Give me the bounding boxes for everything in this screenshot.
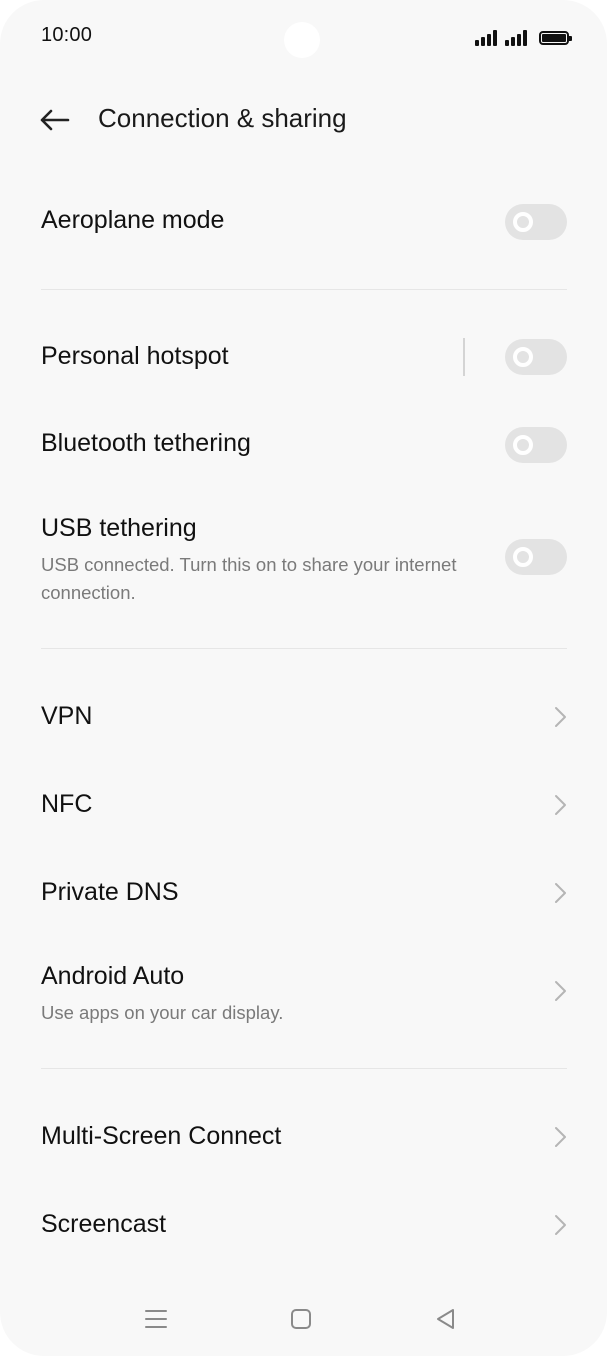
- phone-screen: 10:00 Connection & sharing Aeroplane mod…: [0, 0, 607, 1356]
- android-auto-label: Android Auto: [41, 962, 185, 990]
- multi-screen-connect-label: Multi-Screen Connect: [41, 1122, 282, 1150]
- vpn-row[interactable]: VPN: [0, 675, 607, 759]
- private-dns-row[interactable]: Private DNS: [0, 851, 607, 935]
- menu-lines-icon: [145, 1310, 167, 1328]
- personal-hotspot-toggle[interactable]: [505, 339, 567, 375]
- square-icon: [291, 1309, 311, 1329]
- toggle-knob: [513, 547, 533, 567]
- toggle-knob: [513, 347, 533, 367]
- usb-tethering-description: USB connected. Turn this on to share you…: [41, 554, 457, 603]
- chevron-right-icon: [555, 1127, 566, 1147]
- private-dns-label: Private DNS: [41, 878, 179, 906]
- vpn-label: VPN: [41, 702, 93, 730]
- chevron-right-icon: [555, 795, 566, 815]
- chevron-right-icon: [555, 981, 566, 1001]
- nfc-label: NFC: [41, 790, 93, 818]
- signal-icon-2: [505, 30, 527, 46]
- android-auto-description: Use apps on your car display.: [41, 1002, 284, 1023]
- section-divider: [41, 289, 567, 290]
- screencast-row[interactable]: Screencast: [0, 1183, 607, 1267]
- usb-tethering-toggle[interactable]: [505, 539, 567, 575]
- toggle-knob: [513, 212, 533, 232]
- personal-hotspot-label: Personal hotspot: [41, 342, 229, 370]
- front-camera-cutout: [284, 22, 320, 58]
- chevron-right-icon: [555, 883, 566, 903]
- bluetooth-tethering-row[interactable]: Bluetooth tethering: [0, 403, 607, 487]
- status-icons: [475, 26, 572, 46]
- toggle-knob: [513, 435, 533, 455]
- status-time: 10:00: [41, 24, 93, 46]
- usb-tethering-label: USB tethering: [41, 514, 197, 542]
- bluetooth-tethering-label: Bluetooth tethering: [41, 429, 251, 457]
- page-title: Connection & sharing: [98, 103, 347, 133]
- chevron-right-icon: [555, 1215, 566, 1235]
- arrow-left-icon: [40, 109, 70, 131]
- screencast-label: Screencast: [41, 1210, 167, 1238]
- aeroplane-mode-row[interactable]: Aeroplane mode: [0, 180, 607, 266]
- battery-icon: [539, 31, 572, 45]
- usb-tethering-row[interactable]: USB tethering USB connected. Turn this o…: [0, 500, 607, 620]
- section-divider: [41, 1068, 567, 1069]
- nav-recents-button[interactable]: [136, 1299, 176, 1339]
- vertical-divider: [463, 338, 465, 376]
- personal-hotspot-row[interactable]: Personal hotspot: [0, 316, 607, 400]
- android-auto-row[interactable]: Android Auto Use apps on your car displa…: [0, 948, 607, 1048]
- aeroplane-mode-label: Aeroplane mode: [41, 206, 225, 234]
- chevron-right-icon: [555, 707, 566, 727]
- section-divider: [41, 648, 567, 649]
- nav-home-button[interactable]: [281, 1299, 321, 1339]
- signal-icon: [475, 30, 497, 46]
- aeroplane-mode-toggle[interactable]: [505, 204, 567, 240]
- nav-back-button[interactable]: [426, 1299, 466, 1339]
- bluetooth-tethering-toggle[interactable]: [505, 427, 567, 463]
- nfc-row[interactable]: NFC: [0, 763, 607, 847]
- multi-screen-connect-row[interactable]: Multi-Screen Connect: [0, 1095, 607, 1179]
- triangle-left-icon: [437, 1309, 454, 1329]
- back-button[interactable]: [34, 100, 74, 140]
